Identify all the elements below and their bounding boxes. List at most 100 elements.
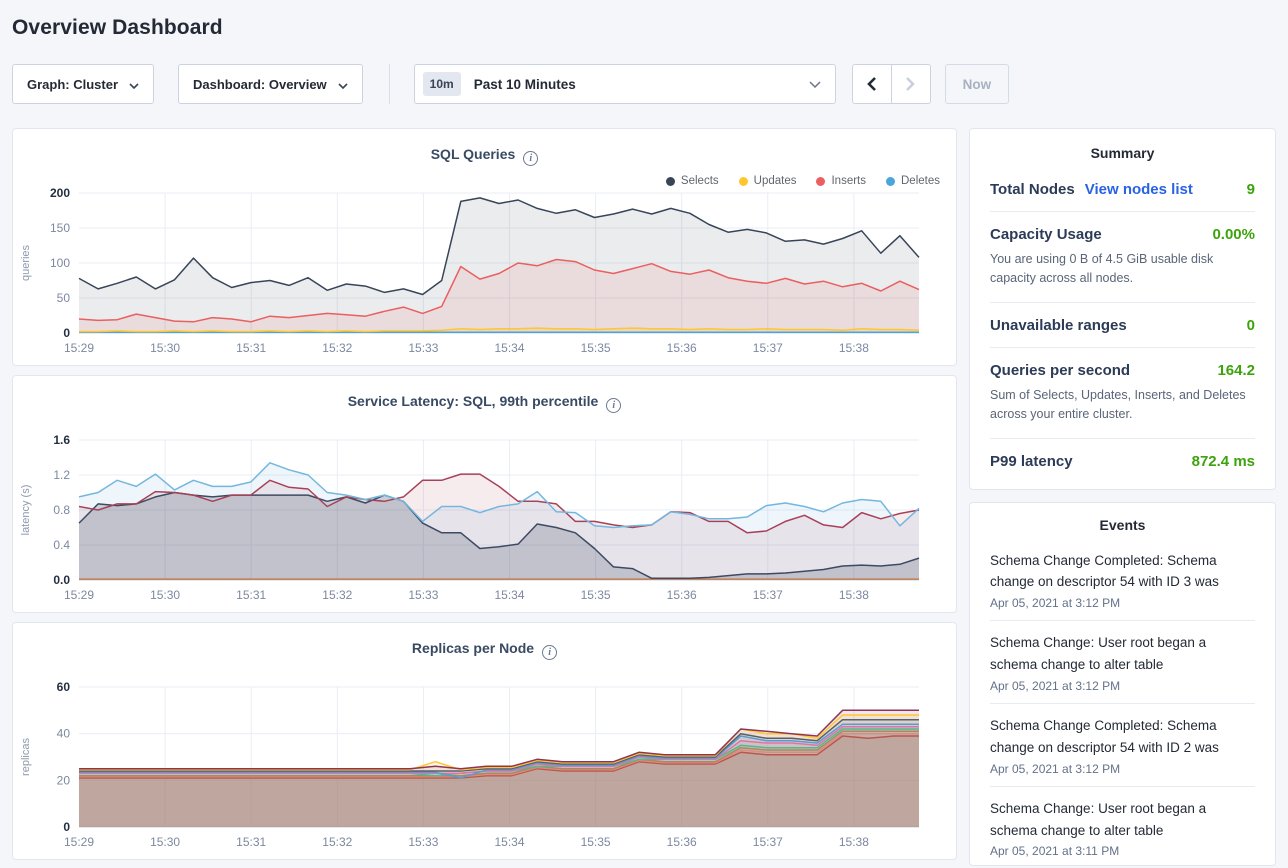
svg-text:15:35: 15:35 <box>581 588 611 602</box>
service-latency-chart-plot[interactable]: 0.00.40.81.21.615:2915:3015:3115:3215:33… <box>13 434 926 606</box>
toolbar: Graph: Cluster Dashboard: Overview 10m P… <box>12 64 1276 104</box>
legend-dot <box>666 177 675 186</box>
summary-row-total-nodes: Total Nodes View nodes list 9 <box>990 167 1255 212</box>
svg-text:150: 150 <box>50 221 70 235</box>
event-timestamp: Apr 05, 2021 at 3:11 PM <box>990 844 1255 858</box>
chart-card-sql-queries: SQL Queriesi SelectsUpdatesInsertsDelete… <box>12 128 957 366</box>
summary-title: Summary <box>990 145 1255 167</box>
svg-text:200: 200 <box>50 187 70 200</box>
svg-text:15:34: 15:34 <box>494 588 524 602</box>
summary-panel: Summary Total Nodes View nodes list 9 Ca… <box>969 128 1276 490</box>
overview-dashboard-page: Overview Dashboard Graph: Cluster Dashbo… <box>0 0 1288 868</box>
svg-text:15:32: 15:32 <box>322 341 352 355</box>
info-icon[interactable]: i <box>523 151 538 166</box>
event-list-item: Schema Change: User root began a schema … <box>990 787 1255 866</box>
svg-text:15:29: 15:29 <box>64 835 94 849</box>
svg-text:15:36: 15:36 <box>667 341 697 355</box>
svg-text:1.2: 1.2 <box>53 468 70 482</box>
event-timestamp: Apr 05, 2021 at 3:12 PM <box>990 762 1255 776</box>
chart-title: Replicas per Nodei <box>13 640 956 660</box>
chevron-down-icon <box>809 75 821 93</box>
svg-text:100: 100 <box>50 256 70 270</box>
svg-text:15:32: 15:32 <box>322 835 352 849</box>
total-nodes-value: 9 <box>1247 181 1255 198</box>
capacity-value: 0.00% <box>1212 226 1255 243</box>
chevron-left-icon <box>866 76 877 92</box>
dashboard-selector-dropdown[interactable]: Dashboard: Overview <box>178 64 363 104</box>
legend-dot <box>816 177 825 186</box>
svg-text:15:33: 15:33 <box>408 588 438 602</box>
info-icon[interactable]: i <box>542 645 557 660</box>
legend-item-updates[interactable]: Updates <box>739 175 797 187</box>
legend-item-selects[interactable]: Selects <box>666 175 719 187</box>
sql-queries-chart-plot[interactable]: 05010015020015:2915:3015:3115:3215:3315:… <box>13 187 926 359</box>
time-back-button[interactable] <box>852 64 892 104</box>
time-range-selector[interactable]: 10m Past 10 Minutes <box>414 64 836 104</box>
qps-label: Queries per second <box>990 362 1130 379</box>
svg-text:0.4: 0.4 <box>53 538 70 552</box>
capacity-label: Capacity Usage <box>990 226 1102 243</box>
svg-text:15:38: 15:38 <box>839 835 869 849</box>
summary-row-qps: Queries per second 164.2 Sum of Selects,… <box>990 348 1255 439</box>
time-range-badge: 10m <box>423 72 461 96</box>
svg-text:latency (s): latency (s) <box>20 485 32 536</box>
svg-text:15:36: 15:36 <box>667 835 697 849</box>
now-button[interactable]: Now <box>945 64 1010 104</box>
events-title: Events <box>990 517 1255 539</box>
chart-title: Service Latency: SQL, 99th percentilei <box>13 393 956 413</box>
event-message: Schema Change: User root began a schema … <box>990 632 1255 676</box>
event-list-item: Schema Change Completed: Schema change o… <box>990 704 1255 787</box>
dashboard-selector-label: Dashboard: Overview <box>193 77 327 92</box>
chevron-down-icon <box>338 77 348 92</box>
page-title: Overview Dashboard <box>12 16 1276 40</box>
sidebar-column: Summary Total Nodes View nodes list 9 Ca… <box>969 128 1276 866</box>
event-timestamp: Apr 05, 2021 at 3:12 PM <box>990 596 1255 610</box>
charts-column: SQL Queriesi SelectsUpdatesInsertsDelete… <box>12 128 957 868</box>
info-icon[interactable]: i <box>606 398 621 413</box>
chart-card-replicas-per-node: Replicas per Nodei 0 20 40 60 15:29 15:30 15:3… <box>12 622 957 860</box>
svg-text:1.6: 1.6 <box>53 434 70 447</box>
time-forward-button[interactable] <box>891 64 931 104</box>
svg-text:15:30: 15:30 <box>150 341 180 355</box>
legend-item-inserts[interactable]: Inserts <box>816 175 866 187</box>
graph-selector-label: Graph: Cluster <box>27 77 118 92</box>
svg-text:15:30: 15:30 <box>150 835 180 849</box>
svg-text:60: 60 <box>57 681 71 694</box>
legend-dot <box>886 177 895 186</box>
svg-text:50: 50 <box>57 291 71 305</box>
event-list-item: Schema Change: User root began a schema … <box>990 621 1255 704</box>
svg-text:15:31: 15:31 <box>236 835 266 849</box>
chart-legend: Selects Updates Inserts Deletes <box>666 175 940 187</box>
svg-text:20: 20 <box>57 773 71 787</box>
event-timestamp: Apr 05, 2021 at 3:12 PM <box>990 679 1255 693</box>
unavailable-ranges-value: 0 <box>1247 317 1255 334</box>
svg-text:15:33: 15:33 <box>408 341 438 355</box>
view-nodes-list-link[interactable]: View nodes list <box>1085 181 1193 198</box>
svg-text:15:37: 15:37 <box>753 588 783 602</box>
legend-item-deletes[interactable]: Deletes <box>886 175 940 187</box>
chevron-right-icon <box>905 76 916 92</box>
svg-text:15:34: 15:34 <box>494 835 524 849</box>
summary-row-capacity: Capacity Usage 0.00% You are using 0 B o… <box>990 212 1255 303</box>
svg-text:15:31: 15:31 <box>236 588 266 602</box>
svg-text:15:33: 15:33 <box>408 835 438 849</box>
legend-dot <box>739 177 748 186</box>
replicas-chart-plot[interactable]: 0 20 40 60 15:29 15:30 15:31 15:32 15:33 15:34 15:… <box>13 681 926 853</box>
event-message: Schema Change: User root began a schema … <box>990 798 1255 842</box>
toolbar-divider <box>389 64 390 104</box>
svg-text:15:35: 15:35 <box>581 835 611 849</box>
svg-text:replicas: replicas <box>20 738 32 776</box>
svg-text:15:29: 15:29 <box>64 341 94 355</box>
svg-text:queries: queries <box>20 244 32 281</box>
p99-latency-label: P99 latency <box>990 453 1073 470</box>
event-message: Schema Change Completed: Schema change o… <box>990 715 1255 759</box>
p99-latency-value: 872.4 ms <box>1192 453 1255 470</box>
svg-text:0: 0 <box>63 820 70 834</box>
graph-selector-dropdown[interactable]: Graph: Cluster <box>12 64 154 104</box>
summary-row-p99-latency: P99 latency 872.4 ms <box>990 439 1255 483</box>
svg-text:0.8: 0.8 <box>53 503 70 517</box>
svg-text:15:31: 15:31 <box>236 341 266 355</box>
svg-text:40: 40 <box>57 727 71 741</box>
svg-text:0.0: 0.0 <box>53 573 70 587</box>
events-panel: Events Schema Change Completed: Schema c… <box>969 502 1276 866</box>
